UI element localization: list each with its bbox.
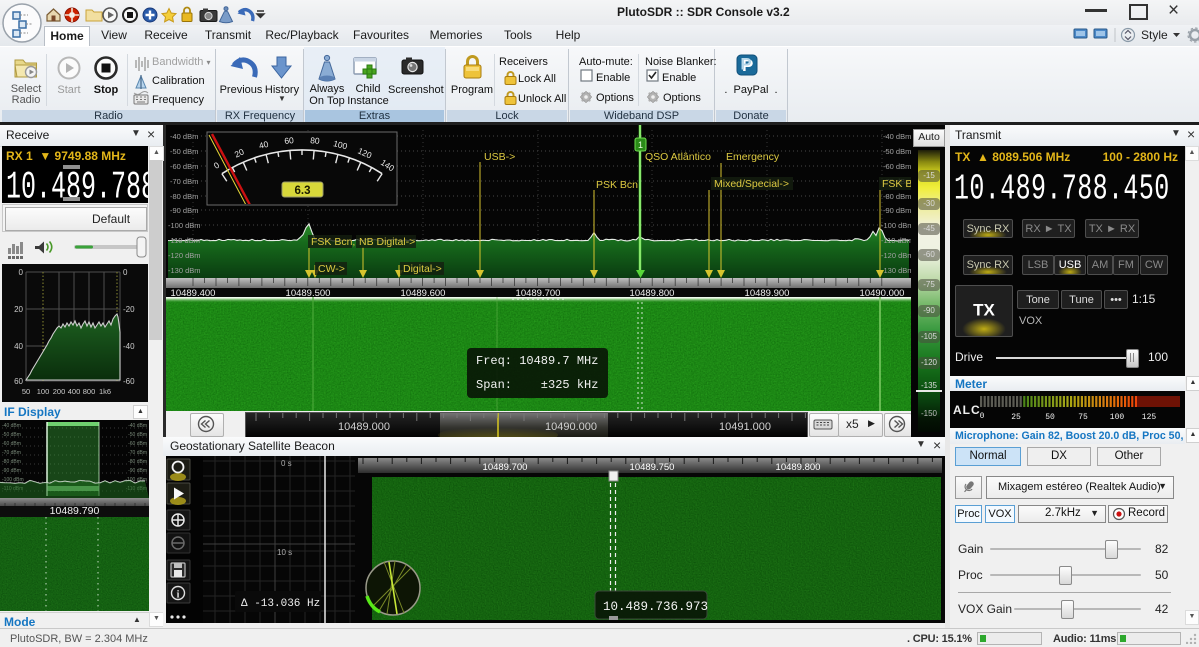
svg-text:10 s: 10 s bbox=[277, 548, 292, 557]
svg-text:Emergency: Emergency bbox=[726, 151, 780, 163]
svg-text:Mixed/Special->: Mixed/Special-> bbox=[714, 178, 789, 190]
svg-text:80: 80 bbox=[310, 135, 321, 146]
svg-text:NB Digital->: NB Digital-> bbox=[359, 236, 415, 248]
svg-text:-60 dBm: -60 dBm bbox=[170, 162, 198, 171]
svg-text:-40: -40 bbox=[123, 342, 135, 351]
svg-text:10489.900: 10489.900 bbox=[745, 288, 790, 297]
svg-text:-80 dBm: -80 dBm bbox=[2, 459, 21, 465]
svg-text:-50 dBm: -50 dBm bbox=[128, 432, 147, 438]
svg-text:USB->: USB-> bbox=[484, 151, 515, 163]
svg-text:400: 400 bbox=[68, 387, 81, 396]
svg-text:125: 125 bbox=[1142, 413, 1157, 422]
svg-text:10489.000: 10489.000 bbox=[338, 421, 390, 433]
svg-text:-120 dBm: -120 dBm bbox=[168, 251, 201, 260]
svg-text:-90 dBm: -90 dBm bbox=[128, 468, 147, 474]
svg-text:-50 dBm: -50 dBm bbox=[170, 147, 198, 156]
svg-text:10490.000: 10490.000 bbox=[545, 421, 597, 433]
svg-text:-90 dBm: -90 dBm bbox=[883, 206, 911, 215]
svg-text:-40 dBm: -40 dBm bbox=[2, 423, 21, 429]
svg-text:-70 dBm: -70 dBm bbox=[170, 177, 198, 186]
svg-text:50: 50 bbox=[1045, 413, 1055, 422]
svg-text:10489.800: 10489.800 bbox=[630, 288, 675, 297]
svg-text:-100 dBm: -100 dBm bbox=[881, 221, 911, 230]
svg-text:0 s: 0 s bbox=[281, 459, 292, 468]
svg-text:10489.750: 10489.750 bbox=[630, 462, 675, 473]
svg-text:10489.800: 10489.800 bbox=[776, 462, 821, 473]
svg-text:-110 dBm: -110 dBm bbox=[168, 236, 200, 245]
svg-text:40: 40 bbox=[14, 342, 23, 351]
svg-text:-40 dBm: -40 dBm bbox=[170, 132, 198, 141]
svg-text:-100 dBm: -100 dBm bbox=[2, 477, 24, 483]
svg-text:-110 dBm: -110 dBm bbox=[881, 236, 911, 245]
svg-text:-90 dBm: -90 dBm bbox=[170, 206, 198, 215]
svg-text:10489.700: 10489.700 bbox=[516, 288, 561, 297]
svg-text:QSO Atlântico: QSO Atlântico bbox=[645, 151, 711, 163]
svg-text:FSK Bcn,: FSK Bcn, bbox=[311, 236, 355, 248]
svg-text:i: i bbox=[177, 590, 180, 601]
svg-text:Span: ±325 kHz: Span: ±325 kHz bbox=[476, 378, 598, 392]
svg-text:10489.500: 10489.500 bbox=[286, 288, 331, 297]
svg-text:10489.700: 10489.700 bbox=[483, 462, 528, 473]
svg-text:50: 50 bbox=[22, 387, 30, 396]
svg-text:800: 800 bbox=[83, 387, 96, 396]
svg-text:-130 dBm: -130 dBm bbox=[168, 266, 201, 275]
svg-text:60: 60 bbox=[14, 377, 23, 386]
svg-text:1k6: 1k6 bbox=[99, 387, 111, 396]
svg-text:60: 60 bbox=[284, 135, 295, 146]
svg-text:-60 dBm: -60 dBm bbox=[128, 441, 147, 447]
svg-text:CW->: CW-> bbox=[318, 263, 345, 275]
svg-text:75: 75 bbox=[1078, 413, 1088, 422]
svg-text:25: 25 bbox=[1011, 413, 1021, 422]
svg-text:10489.400: 10489.400 bbox=[171, 288, 216, 297]
svg-text:10489.600: 10489.600 bbox=[401, 288, 446, 297]
svg-text:6.3: 6.3 bbox=[295, 185, 311, 197]
svg-text:-60 dBm: -60 dBm bbox=[2, 441, 21, 447]
svg-text:-100 dBm: -100 dBm bbox=[168, 221, 201, 230]
svg-text:-60 dBm: -60 dBm bbox=[883, 162, 911, 171]
svg-text:Freq: 10489.7 MHz: Freq: 10489.7 MHz bbox=[476, 354, 598, 368]
svg-text:-80 dBm: -80 dBm bbox=[128, 459, 147, 465]
svg-text:20: 20 bbox=[14, 305, 23, 314]
svg-text:-80 dBm: -80 dBm bbox=[170, 192, 198, 201]
svg-text:-40 dBm: -40 dBm bbox=[128, 423, 147, 429]
svg-text:-60: -60 bbox=[123, 377, 135, 386]
svg-text:-80 dBm: -80 dBm bbox=[883, 192, 911, 201]
svg-text:-90 dBm: -90 dBm bbox=[2, 468, 21, 474]
svg-text:10.489.736.973: 10.489.736.973 bbox=[603, 600, 708, 614]
svg-text:1: 1 bbox=[638, 140, 643, 150]
svg-text:200: 200 bbox=[53, 387, 66, 396]
svg-text:P: P bbox=[740, 55, 751, 74]
svg-text:-120 dBm: -120 dBm bbox=[881, 251, 911, 260]
svg-text:-50 dBm: -50 dBm bbox=[2, 432, 21, 438]
svg-text:Δ -13.036 Hz: Δ -13.036 Hz bbox=[241, 598, 320, 610]
svg-text:10490.000: 10490.000 bbox=[860, 288, 905, 297]
svg-text:0: 0 bbox=[123, 268, 128, 277]
svg-text:0: 0 bbox=[980, 412, 985, 421]
svg-text:Digital->: Digital-> bbox=[403, 263, 442, 275]
svg-text:FSK B: FSK B bbox=[882, 178, 911, 190]
svg-text:0: 0 bbox=[19, 268, 24, 277]
svg-text:100: 100 bbox=[37, 387, 50, 396]
svg-text:-20: -20 bbox=[123, 305, 135, 314]
svg-text:-70 dBm: -70 dBm bbox=[128, 450, 147, 456]
svg-text:-40 dBm: -40 dBm bbox=[883, 132, 911, 141]
svg-text:-70 dBm: -70 dBm bbox=[2, 450, 21, 456]
svg-text:-50 dBm: -50 dBm bbox=[883, 147, 911, 156]
svg-text:100: 100 bbox=[1110, 413, 1125, 422]
svg-text:10491.000: 10491.000 bbox=[719, 421, 771, 433]
svg-text:-130 dBm: -130 dBm bbox=[881, 266, 911, 275]
svg-text:PSK Bcn: PSK Bcn bbox=[596, 179, 638, 191]
